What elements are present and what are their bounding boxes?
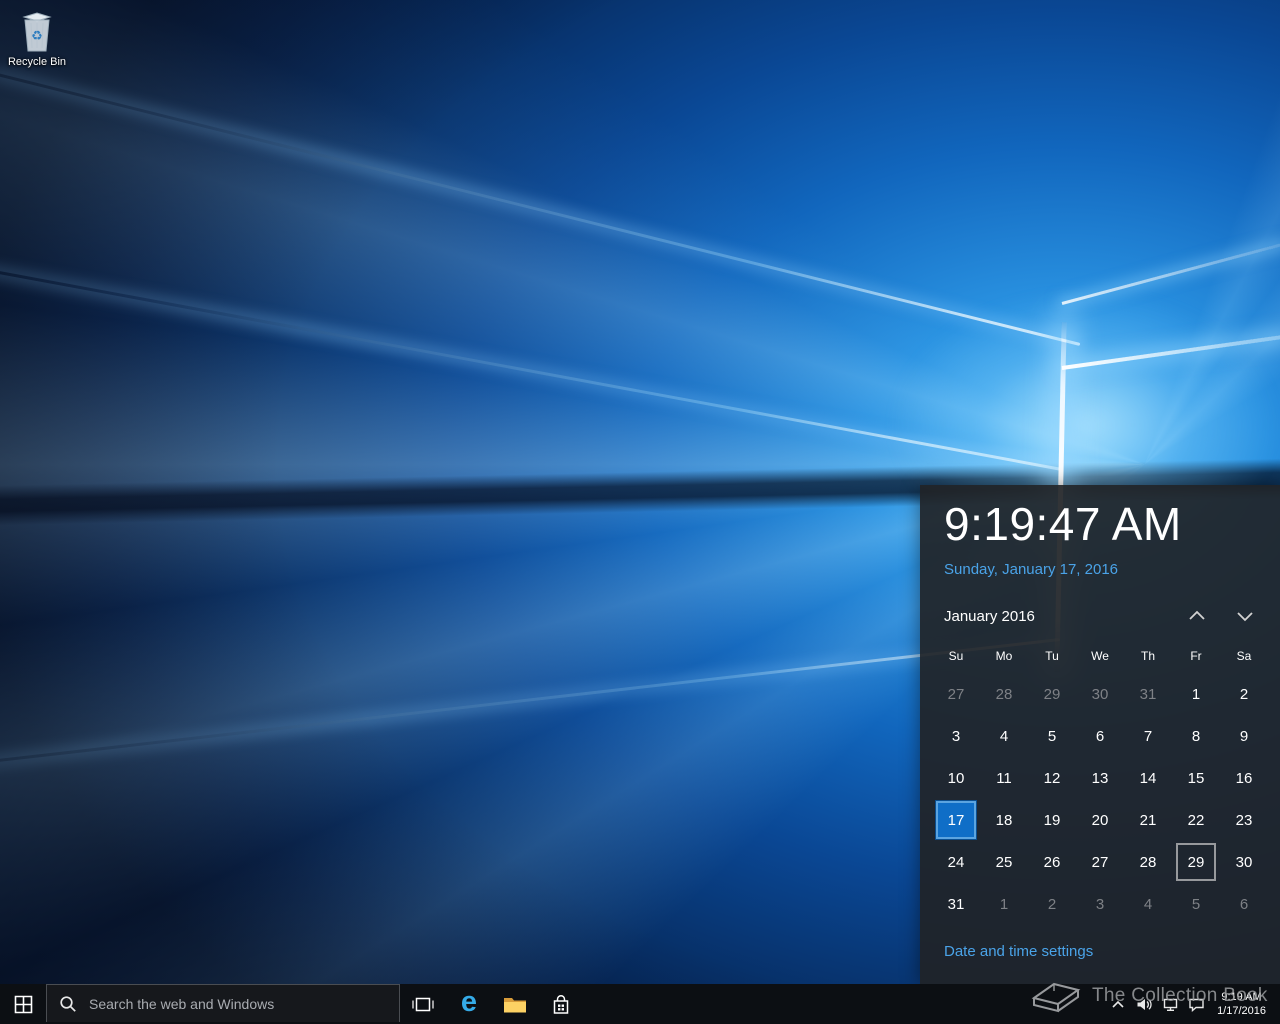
calendar-day[interactable]: 1 xyxy=(984,885,1024,923)
calendar-day[interactable]: 29 xyxy=(1032,675,1072,713)
day-of-week-header: Mo xyxy=(980,647,1028,665)
calendar-day[interactable]: 7 xyxy=(1128,717,1168,755)
calendar-day[interactable]: 1 xyxy=(1176,675,1216,713)
clock-time: 9:19:47 AM xyxy=(944,497,1182,551)
file-explorer-button[interactable] xyxy=(492,984,538,1024)
calendar-day[interactable]: 4 xyxy=(1128,885,1168,923)
network-icon[interactable] xyxy=(1157,984,1183,1024)
calendar-day[interactable]: 30 xyxy=(1224,843,1264,881)
tray-clock[interactable]: 9:19 AM 1/17/2016 xyxy=(1209,990,1274,1018)
calendar-day[interactable]: 8 xyxy=(1176,717,1216,755)
day-of-week-header: Su xyxy=(932,647,980,665)
calendar-day[interactable]: 12 xyxy=(1032,759,1072,797)
calendar-day[interactable]: 17 xyxy=(936,801,976,839)
calendar-day[interactable]: 30 xyxy=(1080,675,1120,713)
calendar-day[interactable]: 25 xyxy=(984,843,1024,881)
calendar-day[interactable]: 31 xyxy=(936,885,976,923)
calendar-day-headers: SuMoTuWeThFrSa xyxy=(932,647,1268,665)
day-of-week-header: We xyxy=(1076,647,1124,665)
store-icon xyxy=(550,994,572,1015)
chevron-up-icon[interactable] xyxy=(1186,607,1208,625)
calendar-day[interactable]: 5 xyxy=(1176,885,1216,923)
taskbar-search[interactable] xyxy=(46,984,400,1022)
file-explorer-icon xyxy=(503,995,527,1014)
chevron-down-icon[interactable] xyxy=(1234,607,1256,625)
calendar-day[interactable]: 15 xyxy=(1176,759,1216,797)
day-of-week-header: Fr xyxy=(1172,647,1220,665)
calendar-day[interactable]: 31 xyxy=(1128,675,1168,713)
date-time-settings-link[interactable]: Date and time settings xyxy=(944,943,1093,960)
calendar-header: January 2016 xyxy=(944,607,1256,625)
calendar-day[interactable]: 28 xyxy=(984,675,1024,713)
tray-date: 1/17/2016 xyxy=(1217,1004,1266,1018)
store-button[interactable] xyxy=(538,984,584,1024)
calendar-day[interactable]: 27 xyxy=(936,675,976,713)
calendar-day[interactable]: 23 xyxy=(1224,801,1264,839)
edge-icon: e xyxy=(461,988,477,1017)
calendar-day[interactable]: 3 xyxy=(1080,885,1120,923)
recycle-bin-label: Recycle Bin xyxy=(5,56,69,68)
start-button[interactable] xyxy=(0,984,46,1024)
windows-logo-icon xyxy=(14,995,33,1014)
recycle-bin[interactable]: ♻ Recycle Bin xyxy=(5,8,69,68)
calendar-day[interactable]: 19 xyxy=(1032,801,1072,839)
calendar-month-label: January 2016 xyxy=(944,608,1035,625)
calendar-day[interactable]: 22 xyxy=(1176,801,1216,839)
day-of-week-header: Sa xyxy=(1220,647,1268,665)
recycle-bin-icon: ♻ xyxy=(17,8,57,54)
calendar-day[interactable]: 16 xyxy=(1224,759,1264,797)
task-view-button[interactable] xyxy=(400,984,446,1024)
calendar-day[interactable]: 9 xyxy=(1224,717,1264,755)
clock-date-link[interactable]: Sunday, January 17, 2016 xyxy=(944,561,1118,578)
calendar-day[interactable]: 4 xyxy=(984,717,1024,755)
taskbar: e xyxy=(0,984,1280,1024)
action-center-icon[interactable] xyxy=(1183,984,1209,1024)
system-tray: 9:19 AM 1/17/2016 xyxy=(1105,984,1280,1024)
calendar-day[interactable]: 10 xyxy=(936,759,976,797)
calendar-day[interactable]: 18 xyxy=(984,801,1024,839)
calendar-day[interactable]: 13 xyxy=(1080,759,1120,797)
calendar-day[interactable]: 6 xyxy=(1224,885,1264,923)
day-of-week-header: Tu xyxy=(1028,647,1076,665)
calendar-day[interactable]: 2 xyxy=(1224,675,1264,713)
search-input[interactable] xyxy=(87,995,399,1013)
calendar-day[interactable]: 20 xyxy=(1080,801,1120,839)
calendar-day[interactable]: 24 xyxy=(936,843,976,881)
day-of-week-header: Th xyxy=(1124,647,1172,665)
task-view-icon xyxy=(412,996,434,1013)
svg-text:♻: ♻ xyxy=(31,28,43,43)
calendar-day[interactable]: 11 xyxy=(984,759,1024,797)
tray-chevron-up-icon[interactable] xyxy=(1105,984,1131,1024)
calendar-day[interactable]: 6 xyxy=(1080,717,1120,755)
calendar-day[interactable]: 21 xyxy=(1128,801,1168,839)
calendar-day[interactable]: 5 xyxy=(1032,717,1072,755)
calendar-day[interactable]: 14 xyxy=(1128,759,1168,797)
calendar-day[interactable]: 26 xyxy=(1032,843,1072,881)
calendar-day[interactable]: 27 xyxy=(1080,843,1120,881)
edge-button[interactable]: e xyxy=(446,984,492,1024)
clock-calendar-flyout: 9:19:47 AM Sunday, January 17, 2016 Janu… xyxy=(920,485,1280,984)
search-icon xyxy=(59,995,77,1013)
calendar-grid: 2728293031123456789101112131415161718192… xyxy=(932,673,1268,925)
calendar-day[interactable]: 29 xyxy=(1176,843,1216,881)
calendar-day[interactable]: 28 xyxy=(1128,843,1168,881)
desktop: ♻ Recycle Bin 9:19:47 AM Sunday, January… xyxy=(0,0,1280,1024)
calendar-day[interactable]: 3 xyxy=(936,717,976,755)
tray-time: 9:19 AM xyxy=(1221,990,1261,1004)
volume-icon[interactable] xyxy=(1131,984,1157,1024)
calendar-day[interactable]: 2 xyxy=(1032,885,1072,923)
